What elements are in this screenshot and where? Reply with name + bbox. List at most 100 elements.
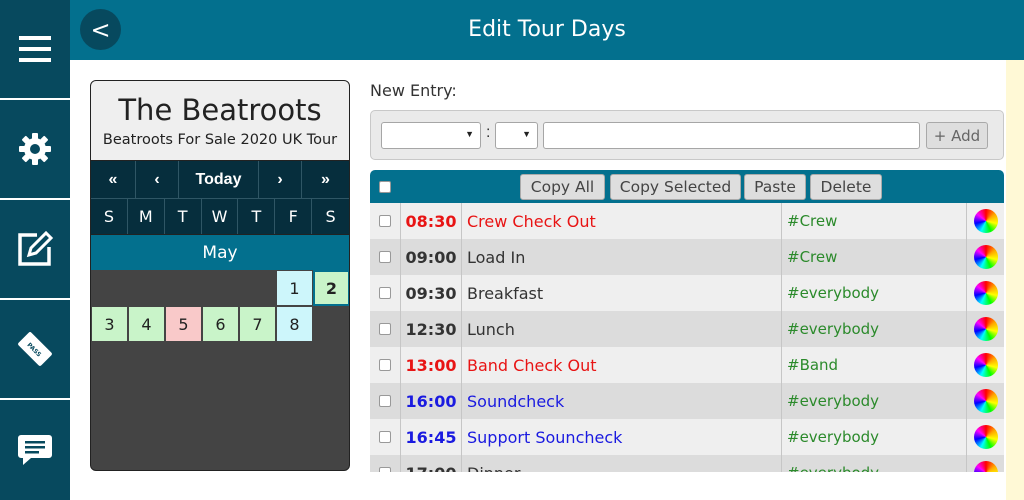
row-color-cell [967,383,1004,419]
weekday-label: S [325,207,336,226]
hour-select[interactable]: ▼ [381,122,481,149]
table-row[interactable]: 16:00 Soundcheck #everybody [370,383,1004,419]
row-checkbox[interactable] [379,251,391,263]
calendar-day[interactable]: 1 [276,270,313,306]
table-row[interactable]: 12:30 Lunch #everybody [370,311,1004,347]
table-row[interactable]: 16:45 Support Souncheck #everybody [370,419,1004,455]
color-wheel-icon[interactable] [973,425,998,449]
row-name[interactable]: Support Souncheck [462,419,782,455]
table-row[interactable]: 09:00 Load In #Crew [370,239,1004,275]
row-tag: #everybody [782,419,967,455]
weekday-label: W [202,199,239,234]
row-color-cell [967,455,1004,472]
menu-icon [19,36,51,62]
row-checkbox[interactable] [379,287,391,299]
sidebar-item-edit[interactable] [0,200,70,300]
page-title: Edit Tour Days [468,17,626,42]
row-time: 09:00 [401,239,462,275]
color-wheel-icon[interactable] [973,245,998,269]
row-checkbox[interactable] [379,359,391,371]
row-checkbox-cell [370,347,401,383]
weekday-row: S M T W T F S [91,198,349,234]
table-row[interactable]: 08:30 Crew Check Out #Crew [370,203,1004,239]
entry-text-input[interactable] [543,122,920,149]
minute-select[interactable]: ▼ [495,122,538,149]
table-row[interactable]: 13:00 Band Check Out #Band [370,347,1004,383]
row-checkbox[interactable] [379,215,391,227]
sidebar-item-settings[interactable] [0,100,70,200]
row-checkbox-cell [370,311,401,347]
header: < Edit Tour Days [70,0,1024,60]
calendar-day[interactable]: 4 [128,306,165,342]
row-name[interactable]: Dinner [462,455,782,472]
copy-all-button[interactable]: Copy All [520,174,605,200]
row-name[interactable]: Crew Check Out [462,203,782,239]
weekday-label: S [91,199,128,234]
calendar-card: The Beatroots Beatroots For Sale 2020 UK… [90,80,350,471]
sidebar-item-ticket[interactable]: PASS [0,300,70,400]
color-wheel-icon[interactable] [973,389,998,413]
row-time: 17:00 [401,455,462,472]
color-wheel-icon[interactable] [973,281,998,305]
today-button[interactable]: Today [179,161,259,198]
new-entry-form: ▼ : ▼ + Add [370,110,1004,160]
row-checkbox-cell [370,275,401,311]
row-checkbox[interactable] [379,395,391,407]
calendar-day[interactable]: 6 [202,306,239,342]
select-all-checkbox[interactable] [379,181,391,193]
add-button[interactable]: + Add [926,122,988,149]
paste-button[interactable]: Paste [744,174,806,200]
row-tag: #everybody [782,383,967,419]
row-time: 16:45 [401,419,462,455]
calendar-day[interactable]: 3 [91,306,128,342]
row-name[interactable]: Breakfast [462,275,782,311]
gear-icon [19,133,51,165]
row-color-cell [967,311,1004,347]
calendar-nav: « ‹ Today › » [91,161,349,198]
color-wheel-icon[interactable] [973,209,998,233]
row-color-cell [967,239,1004,275]
calendar-day[interactable]: 7 [239,306,276,342]
row-time: 13:00 [401,347,462,383]
row-checkbox-cell [370,203,401,239]
sidebar-item-chat[interactable] [0,400,70,500]
table-row[interactable]: 09:30 Breakfast #everybody [370,275,1004,311]
prev-year-button[interactable]: « [91,161,136,198]
row-checkbox[interactable] [379,467,391,472]
dropdown-arrow-icon: ▼ [522,129,531,139]
row-color-cell [967,347,1004,383]
color-wheel-icon[interactable] [973,353,998,377]
calendar-day[interactable]: 2 [313,270,349,306]
sidebar: PASS [0,0,70,500]
copy-selected-button[interactable]: Copy Selected [610,174,741,200]
sidebar-item-menu[interactable] [0,0,70,100]
next-month-button[interactable]: › [259,161,302,198]
row-checkbox[interactable] [379,431,391,443]
row-checkbox-cell [370,239,401,275]
tour-name: Beatroots For Sale 2020 UK Tour [102,132,338,148]
row-checkbox[interactable] [379,323,391,335]
edit-icon [18,230,54,266]
right-stripe [1006,60,1024,500]
color-wheel-icon[interactable] [973,317,998,341]
calendar-header: The Beatroots Beatroots For Sale 2020 UK… [91,81,349,161]
prev-month-button[interactable]: ‹ [136,161,179,198]
row-time: 09:30 [401,275,462,311]
weekday-label: F [275,199,313,234]
chat-icon [18,435,52,465]
color-wheel-icon[interactable] [973,461,998,472]
row-name[interactable]: Band Check Out [462,347,782,383]
row-color-cell [967,275,1004,311]
calendar-grid: 12 345678 [91,270,349,470]
row-name[interactable]: Load In [462,239,782,275]
row-name[interactable]: Soundcheck [462,383,782,419]
row-name[interactable]: Lunch [462,311,782,347]
calendar-day[interactable]: 8 [276,306,313,342]
row-time: 08:30 [401,203,462,239]
calendar-day[interactable]: 5 [165,306,202,342]
row-time: 12:30 [401,311,462,347]
delete-button[interactable]: Delete [810,174,882,200]
next-year-button[interactable]: » [302,161,349,198]
row-tag: #everybody [782,311,967,347]
table-row[interactable]: 17:00Dinner#everybody [370,455,1004,472]
